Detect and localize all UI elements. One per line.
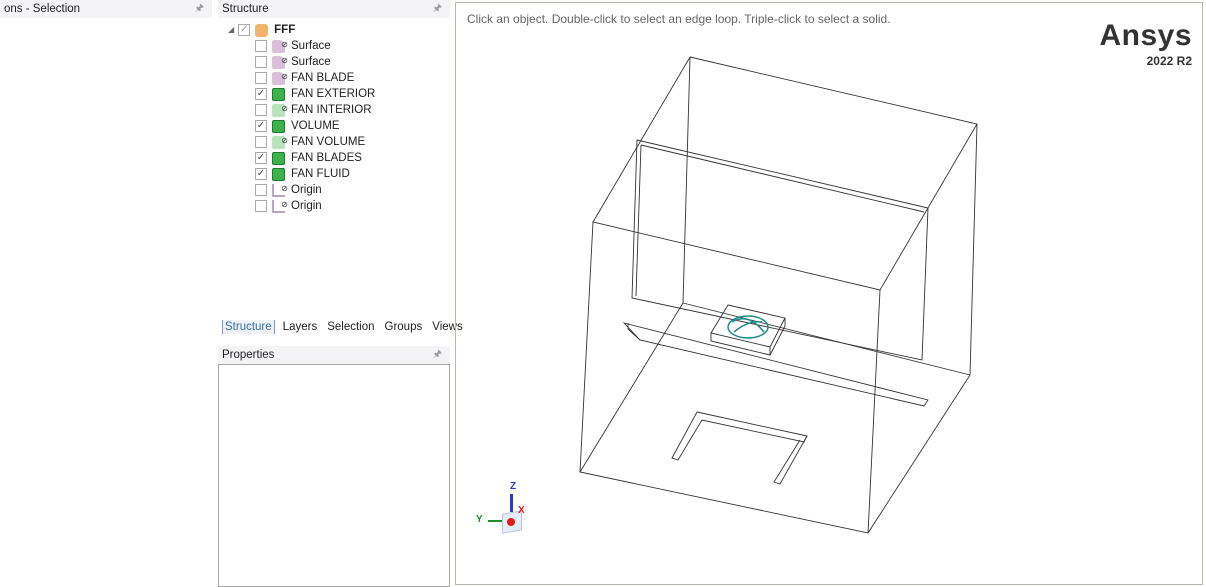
u-channel bbox=[671, 411, 808, 485]
z-label: Z bbox=[510, 481, 517, 492]
z-arrow bbox=[510, 494, 513, 512]
model-view[interactable] bbox=[0, 0, 1206, 587]
enclosure-box bbox=[579, 56, 978, 534]
y-arrow bbox=[488, 520, 502, 522]
x-dot bbox=[507, 518, 515, 526]
y-label: Y bbox=[476, 514, 483, 525]
axis-triad[interactable]: Z X Y bbox=[470, 478, 540, 548]
x-label: X bbox=[518, 505, 525, 516]
